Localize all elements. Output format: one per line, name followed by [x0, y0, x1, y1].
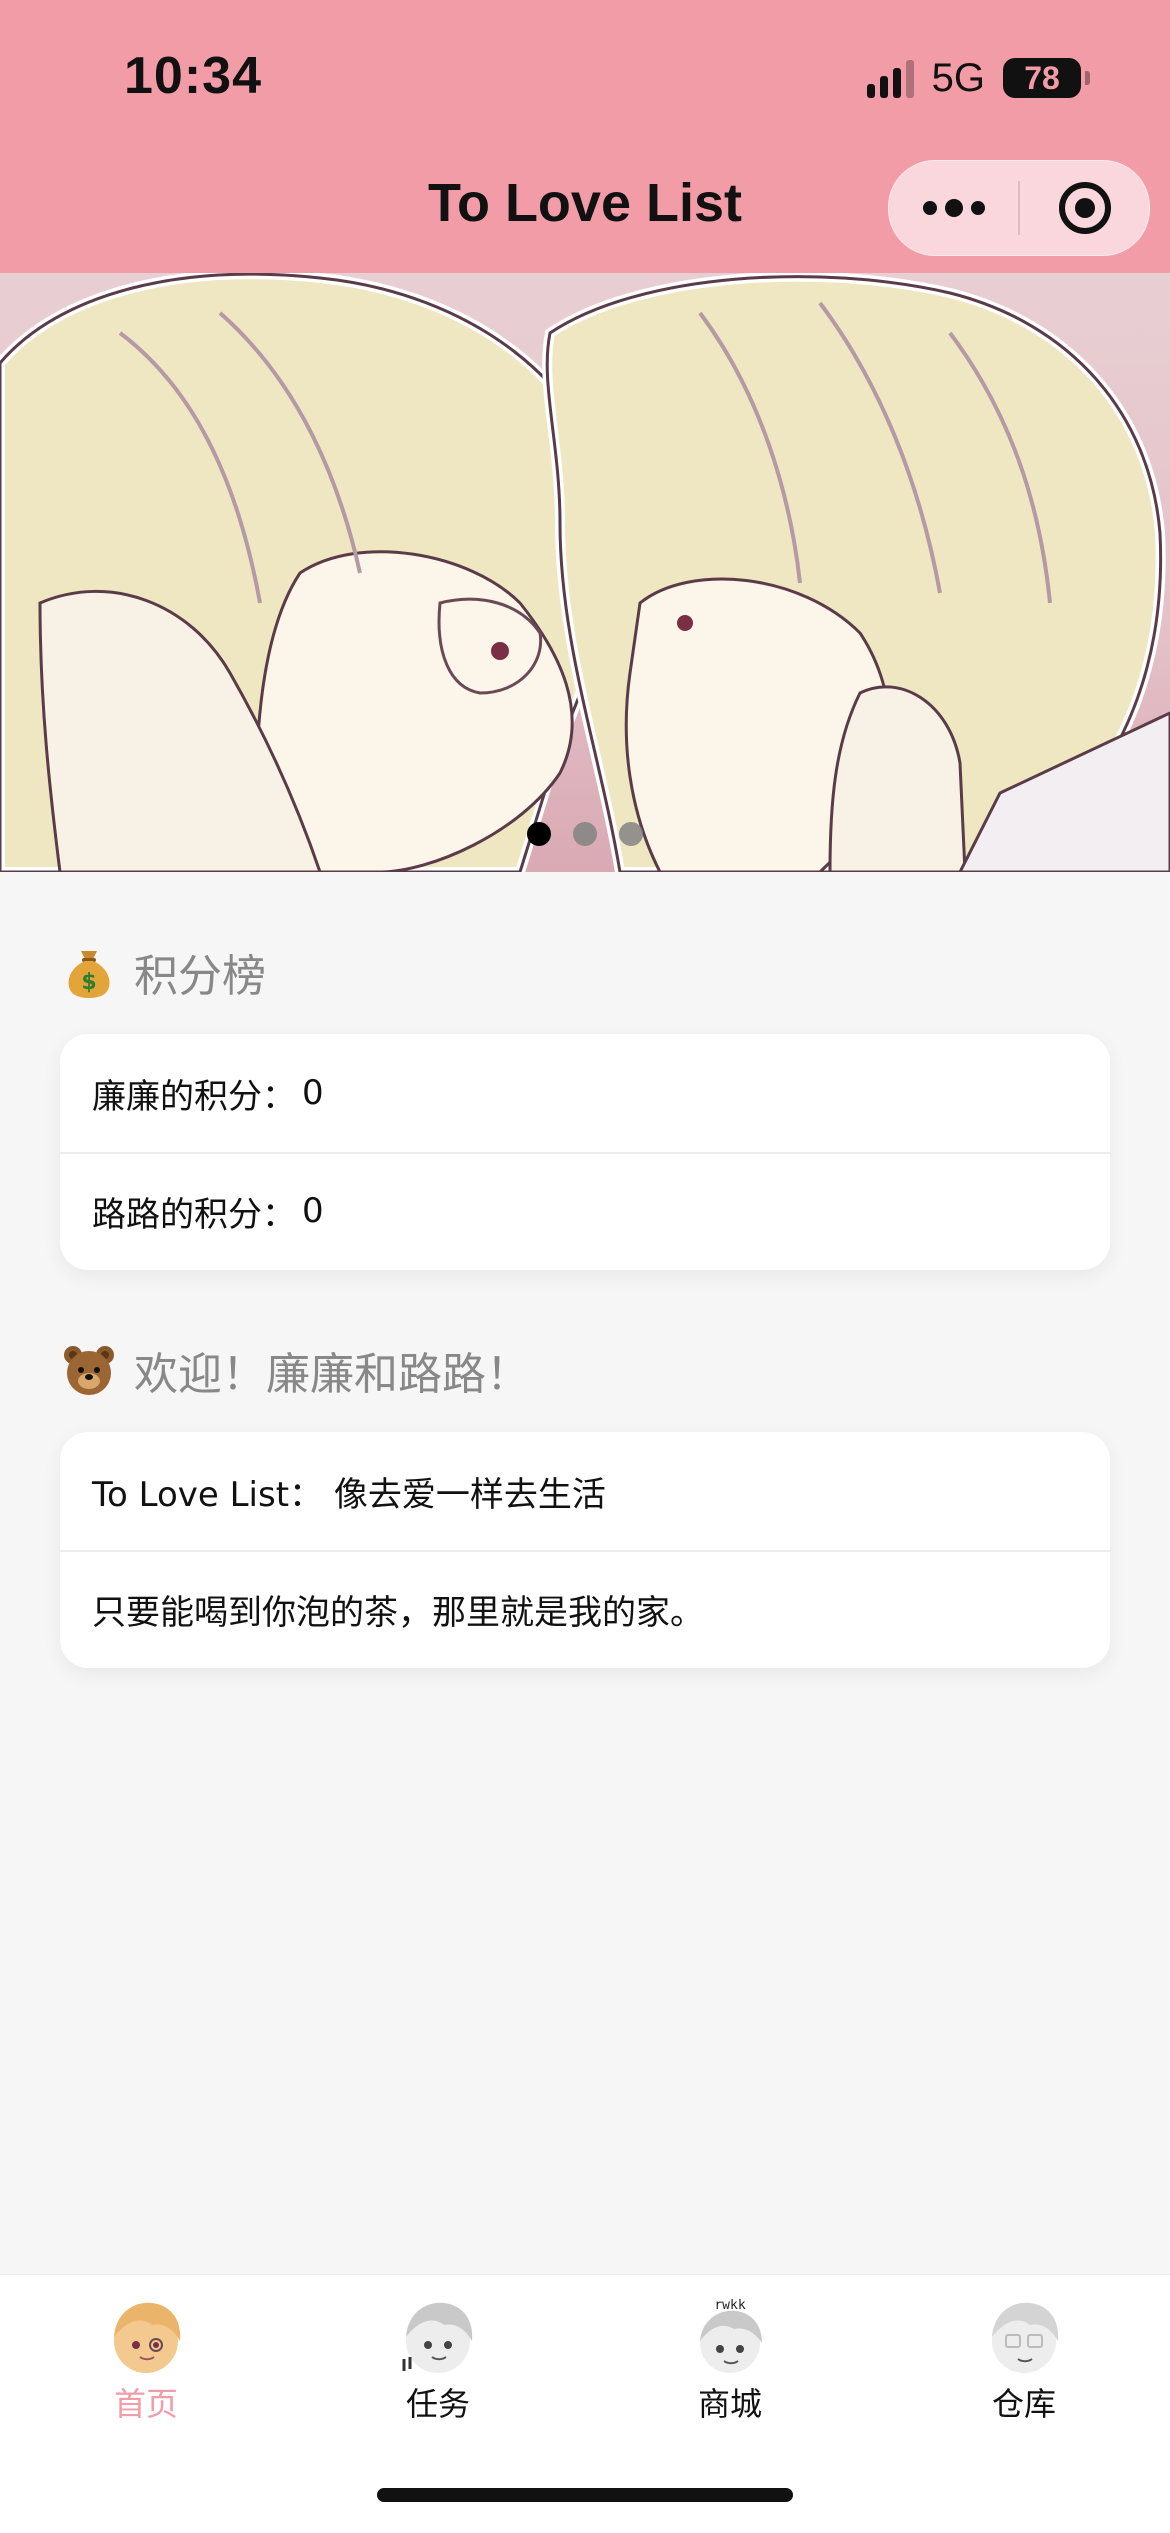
- status-time: 10:34: [124, 47, 262, 105]
- score-label: 路路的积分：: [92, 1194, 296, 1235]
- tab-label: 首页: [113, 2385, 178, 2423]
- carousel-dot-2[interactable]: [573, 822, 597, 846]
- miniprogram-capsule: [888, 160, 1150, 256]
- carousel-dot-1[interactable]: [527, 822, 551, 846]
- money-bag-icon: $: [62, 945, 116, 999]
- tab-tasks[interactable]: 任务: [348, 2297, 528, 2425]
- close-button[interactable]: [1020, 161, 1149, 255]
- battery-tip: [1085, 71, 1090, 85]
- svg-text:$: $: [81, 970, 96, 995]
- score-value: 0: [302, 1191, 324, 1231]
- welcome-card: To Love List： 像去爱一样去生活 只要能喝到你泡的茶，那里就是我的家…: [60, 1432, 1110, 1668]
- welcome-heading: 欢迎！廉廉和路路！: [62, 1338, 530, 1402]
- score-row-lianlian: 廉廉的积分： 0: [60, 1034, 1110, 1152]
- leaderboard-title: 积分榜: [134, 951, 266, 1002]
- network-type: 5G: [931, 55, 985, 100]
- score-value: 0: [302, 1073, 324, 1113]
- battery-level: 78: [1024, 59, 1060, 96]
- target-icon: [1058, 182, 1111, 234]
- leaderboard-heading: $ 积分榜: [62, 940, 266, 1004]
- tab-label: 任务: [405, 2385, 470, 2423]
- cellular-signal-icon: [866, 58, 914, 98]
- more-icon: [922, 199, 985, 217]
- tab-label: 商城: [697, 2385, 762, 2423]
- svg-text:rwkk: rwkk: [714, 2298, 745, 2313]
- welcome-title: 欢迎！廉廉和路路！: [134, 1349, 530, 1400]
- more-button[interactable]: [889, 161, 1018, 255]
- status-indicators: 5G 78: [866, 55, 1090, 100]
- score-row-lulu: 路路的积分： 0: [60, 1152, 1110, 1270]
- shop-avatar-icon: rwkk: [700, 2298, 762, 2373]
- tab-label: 仓库: [991, 2385, 1056, 2423]
- bear-icon: [62, 1343, 116, 1397]
- carousel-dots: [0, 822, 1170, 846]
- home-indicator: [377, 2488, 793, 2502]
- tab-home[interactable]: 首页: [56, 2297, 236, 2425]
- score-label: 廉廉的积分：: [92, 1076, 296, 1117]
- banner-carousel[interactable]: [0, 273, 1170, 872]
- leaderboard-card: 廉廉的积分： 0 路路的积分： 0: [60, 1034, 1110, 1270]
- welcome-row: 只要能喝到你泡的茶，那里就是我的家。: [60, 1550, 1110, 1668]
- carousel-dot-3[interactable]: [619, 822, 643, 846]
- banner-illustration: [0, 273, 1170, 872]
- tasks-avatar-icon: [402, 2302, 473, 2373]
- tab-shop[interactable]: rwkk 商城: [640, 2297, 820, 2425]
- battery-icon: 78: [1003, 58, 1081, 98]
- home-avatar-icon: [114, 2302, 181, 2373]
- top-bar: 10:34 5G 78 To Love List: [0, 0, 1170, 273]
- warehouse-avatar-icon: [992, 2302, 1059, 2373]
- welcome-row: To Love List： 像去爱一样去生活: [92, 1474, 606, 1515]
- tab-warehouse[interactable]: 仓库: [934, 2297, 1114, 2425]
